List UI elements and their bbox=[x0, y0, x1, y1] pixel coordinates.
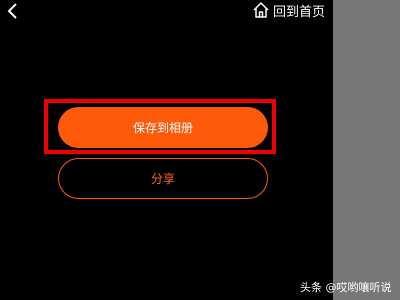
app-screen: 回到首页 保存到相册 分享 bbox=[0, 0, 333, 300]
save-to-album-button[interactable]: 保存到相册 bbox=[58, 107, 268, 148]
share-button-label: 分享 bbox=[150, 172, 175, 186]
back-button[interactable] bbox=[4, 2, 22, 20]
watermark: 头条 @哎哟嚷听说 bbox=[300, 281, 392, 294]
share-button[interactable]: 分享 bbox=[58, 158, 268, 199]
chevron-left-icon bbox=[7, 3, 17, 19]
home-icon bbox=[253, 2, 269, 18]
home-label: 回到首页 bbox=[273, 4, 326, 20]
save-button-label: 保存到相册 bbox=[132, 121, 193, 135]
home-button[interactable]: 回到首页 bbox=[252, 0, 325, 20]
side-panel bbox=[333, 0, 400, 300]
